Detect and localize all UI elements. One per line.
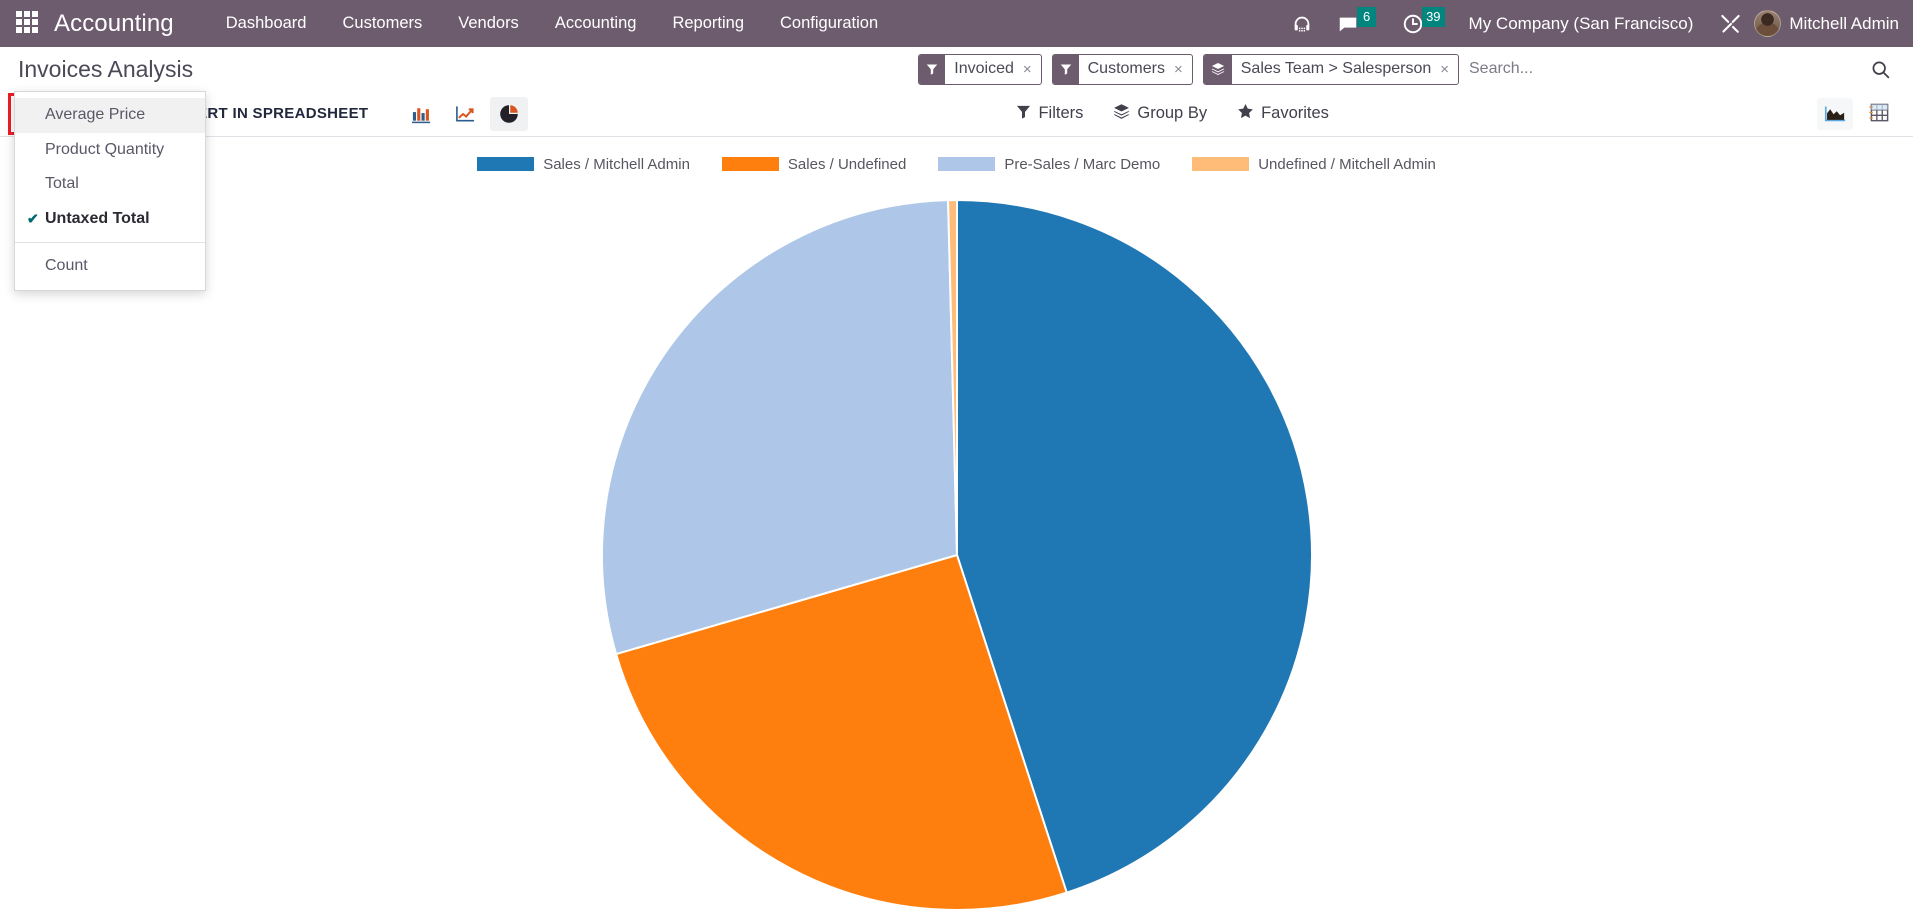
legend-swatch-1 [722,157,779,171]
search-facet-remove[interactable]: × [1437,55,1458,84]
app-brand-accounting[interactable]: Accounting [54,10,174,38]
search-facet-remove[interactable]: × [1020,55,1041,84]
search-facet-label: Invoiced [945,55,1020,84]
measures-item-untaxed-total[interactable]: ✔ Untaxed Total [15,202,205,237]
top-navbar: Accounting Dashboard Customers Vendors A… [0,0,1913,47]
measures-item-label: Product Quantity [45,141,164,158]
user-avatar[interactable] [1754,10,1781,37]
line-chart-icon[interactable] [446,97,484,131]
menu-item-vendors[interactable]: Vendors [440,0,537,47]
graph-view-content: Sales / Mitchell Admin Sales / Undefined… [0,137,1913,915]
measures-item-total[interactable]: Total [15,167,205,202]
legend-label-1: Sales / Undefined [788,156,906,173]
dropdown-divider [15,242,205,243]
layers-icon [1204,55,1232,84]
search-input[interactable] [1469,60,1862,78]
pie-chart-icon[interactable] [490,97,528,131]
legend-label-2: Pre-Sales / Marc Demo [1004,156,1160,173]
filters-dropdown[interactable]: Filters [1016,104,1083,124]
filter-funnel-icon [1053,55,1079,84]
search-input-wrap [1469,54,1899,85]
measures-item-label: Untaxed Total [45,210,150,227]
menu-item-dashboard[interactable]: Dashboard [208,0,325,47]
pie-chart[interactable] [577,185,1337,915]
search-facet-label: Sales Team > Salesperson [1232,55,1437,84]
messages-badge: 6 [1357,7,1376,27]
measures-item-label: Count [45,257,88,274]
legend-item-1[interactable]: Sales / Undefined [722,156,906,173]
measures-dropdown-menu: Average Price Product Quantity Total ✔ U… [14,91,206,291]
search-facet-label: Customers [1079,55,1171,84]
measures-dropdown-bottom-group: Count [15,249,205,290]
chart-type-group [402,97,528,131]
apps-grid-icon[interactable] [16,11,42,37]
star-icon [1237,103,1254,125]
voip-headset-icon[interactable] [1291,0,1313,47]
view-switcher [1817,98,1913,130]
user-menu-mitchell-admin[interactable]: Mitchell Admin [1789,14,1899,34]
favorites-dropdown[interactable]: Favorites [1237,103,1329,125]
layers-icon [1113,103,1130,125]
control-panel-top-row: Invoices Analysis Invoiced × Customers × [0,47,1913,91]
measures-item-label: Average Price [45,106,145,123]
search-facet-sales-team-salesperson[interactable]: Sales Team > Salesperson × [1203,54,1459,85]
control-panel-bottom-row: MEASURES INSERT IN SPREADSHEET [0,91,1913,136]
activities-badge: 39 [1422,7,1444,27]
menu-item-reporting[interactable]: Reporting [654,0,762,47]
chart-legend: Sales / Mitchell Admin Sales / Undefined… [0,137,1913,177]
menu-item-configuration[interactable]: Configuration [762,0,896,47]
activities-counter[interactable]: 39 [1402,0,1446,47]
menu-item-accounting[interactable]: Accounting [537,0,655,47]
measures-item-count[interactable]: Count [15,249,205,284]
page-title: Invoices Analysis [18,56,193,83]
group-by-dropdown[interactable]: Group By [1113,103,1207,125]
search-facet-customers[interactable]: Customers × [1052,54,1193,85]
search-facet-invoiced[interactable]: Invoiced × [918,54,1041,85]
filters-label: Filters [1038,104,1083,123]
graph-view-icon[interactable] [1817,98,1853,130]
legend-item-3[interactable]: Undefined / Mitchell Admin [1192,156,1436,173]
pivot-view-icon[interactable] [1861,98,1897,130]
measures-item-label: Total [45,175,79,192]
search-view: Invoiced × Customers × Sales T [918,54,1899,85]
legend-label-0: Sales / Mitchell Admin [543,156,690,173]
company-switcher[interactable]: My Company (San Francisco) [1469,14,1694,34]
menu-item-customers[interactable]: Customers [324,0,440,47]
legend-item-2[interactable]: Pre-Sales / Marc Demo [938,156,1160,173]
legend-label-3: Undefined / Mitchell Admin [1258,156,1436,173]
search-magnifier-icon[interactable] [1862,59,1899,80]
favorites-label: Favorites [1261,104,1329,123]
wrench-tools-icon[interactable] [1719,0,1742,47]
legend-swatch-0 [477,157,534,171]
pie-chart-wrap [0,185,1913,915]
filter-group: Filters Group By Favorites [528,103,1817,125]
search-facet-remove[interactable]: × [1171,55,1192,84]
legend-swatch-3 [1192,157,1249,171]
measures-item-product-quantity[interactable]: Product Quantity [15,133,205,168]
checkmark-icon: ✔ [27,210,39,229]
bar-chart-icon[interactable] [402,97,440,131]
messages-counter[interactable]: 6 [1337,0,1378,47]
legend-item-0[interactable]: Sales / Mitchell Admin [477,156,690,173]
control-panel: Invoices Analysis Invoiced × Customers × [0,47,1913,137]
legend-swatch-2 [938,157,995,171]
measures-item-average-price[interactable]: Average Price [15,98,205,133]
group-by-label: Group By [1137,104,1207,123]
filter-funnel-icon [919,55,945,84]
filter-funnel-icon [1016,104,1031,124]
